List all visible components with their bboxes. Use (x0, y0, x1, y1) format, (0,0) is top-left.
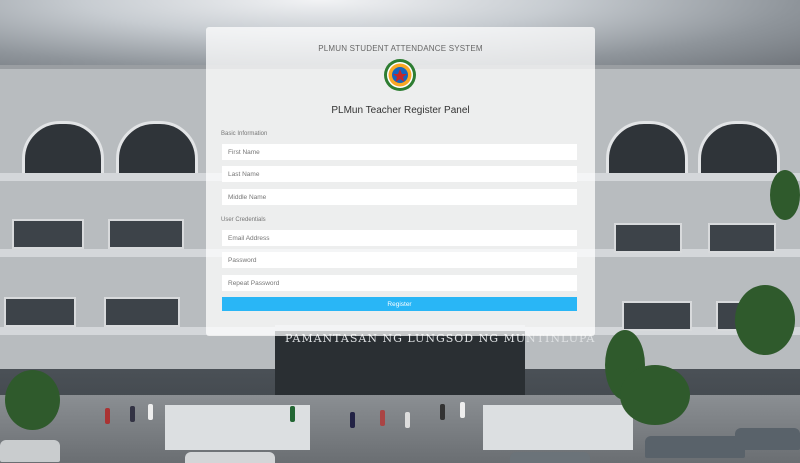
parked-car (185, 452, 275, 463)
repeat-password-field[interactable] (222, 275, 577, 291)
low-wall (483, 405, 633, 450)
register-panel: PLMUN STUDENT ATTENDANCE SYSTEM PLMun Te… (206, 27, 595, 336)
person (105, 408, 110, 424)
tree (770, 170, 800, 220)
building-arch (698, 121, 780, 179)
building-window (622, 301, 692, 331)
low-wall (165, 405, 310, 450)
building-arch (22, 121, 104, 179)
tree (5, 370, 60, 430)
parked-car (735, 428, 800, 450)
first-name-field[interactable] (222, 144, 577, 160)
person (290, 406, 295, 422)
building-arch (606, 121, 688, 179)
person (460, 402, 465, 418)
person (130, 406, 135, 422)
last-name-field[interactable] (222, 166, 577, 182)
system-title: PLMUN STUDENT ATTENDANCE SYSTEM (318, 44, 483, 53)
parked-car (0, 440, 60, 462)
person (350, 412, 355, 428)
building-window (108, 219, 184, 249)
panel-title: PLMun Teacher Register Panel (331, 105, 470, 116)
tree (735, 285, 795, 355)
building-window (12, 219, 84, 249)
person (148, 404, 153, 420)
building-window (4, 297, 76, 327)
password-field[interactable] (222, 252, 577, 268)
building-window (708, 223, 776, 253)
plmun-seal-icon (384, 59, 416, 91)
middle-name-field[interactable] (222, 189, 577, 205)
person (440, 404, 445, 420)
basic-info-label: Basic Information (221, 131, 268, 137)
building-window (104, 297, 180, 327)
user-credentials-label: User Credentials (221, 217, 266, 223)
email-field[interactable] (222, 230, 577, 246)
person (405, 412, 410, 428)
person (380, 410, 385, 426)
tree (620, 365, 690, 425)
building-arch (116, 121, 198, 179)
parked-car (645, 436, 745, 458)
parked-car (510, 452, 590, 463)
building-window (614, 223, 682, 253)
register-button[interactable]: Register (222, 297, 577, 311)
